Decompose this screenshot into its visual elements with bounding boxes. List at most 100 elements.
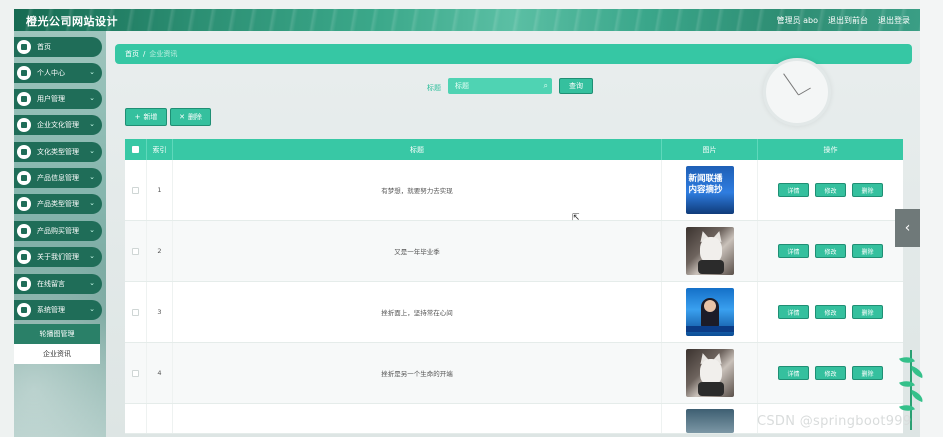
plus-icon: + — [134, 113, 141, 121]
batch-delete-button[interactable]: ✕ 删除 — [170, 108, 211, 126]
row-checkbox[interactable] — [132, 186, 139, 194]
clock-decoration — [763, 58, 831, 126]
delete-button-label: 删除 — [187, 113, 202, 121]
sidebar-item-culture-type[interactable]: 文化类型管理 ⌄ — [14, 142, 102, 162]
row-image-cell — [662, 404, 758, 433]
sidebar-item-culture[interactable]: 企业文化管理 ⌄ — [14, 115, 102, 135]
detail-button[interactable]: 详情 — [778, 305, 809, 319]
table-row: 2 又是一年毕业季 详情 修改 删除 — [125, 221, 903, 282]
chevron-down-icon: ⌄ — [89, 305, 95, 313]
chevron-down-icon: ⌄ — [89, 68, 95, 76]
row-checkbox-cell — [125, 160, 147, 220]
sidebar-item-label: 产品类型管理 — [37, 200, 79, 208]
breadcrumb-home[interactable]: 首页 — [125, 49, 139, 59]
goto-frontend-link[interactable]: 退出到前台 — [828, 15, 868, 26]
delete-button[interactable]: 删除 — [852, 244, 883, 258]
sidebar-item-system[interactable]: 系统管理 ⌄ — [14, 300, 102, 320]
admin-user-label: 管理员 abo — [776, 16, 818, 25]
search-input[interactable]: 标题 ⌕ — [448, 78, 552, 94]
row-actions: 详情 修改 删除 — [758, 282, 903, 342]
collapse-panel-button[interactable]: ‹ — [895, 209, 920, 247]
row-checkbox[interactable] — [132, 247, 139, 255]
sidebar-item-home[interactable]: 首页 — [14, 37, 102, 57]
sidebar-item-product-type[interactable]: 产品类型管理 ⌄ — [14, 194, 102, 214]
thumb-text-line2: 内容摘抄 — [688, 185, 723, 195]
sidebar-item-label: 企业文化管理 — [37, 121, 79, 129]
submenu-item-carousel[interactable]: 轮播图管理 — [14, 324, 100, 344]
page-right-edge — [920, 0, 943, 437]
row-index — [147, 404, 173, 433]
submenu-item-news[interactable]: 企业资讯 — [14, 344, 100, 364]
top-header: 橙光公司网站设计 管理员 abo 退出到前台 退出登录 — [14, 9, 920, 31]
sidebar-item-profile[interactable]: 个人中心 ⌄ — [14, 63, 102, 83]
delete-button[interactable]: 删除 — [852, 183, 883, 197]
sidebar-item-about[interactable]: 关于我们管理 ⌄ — [14, 247, 102, 267]
row-actions: 详情 修改 删除 — [758, 221, 903, 281]
search-placeholder: 标题 — [455, 82, 469, 90]
sidebar-item-product-info[interactable]: 产品信息管理 ⌄ — [14, 168, 102, 188]
chevron-down-icon: ⌄ — [89, 279, 95, 287]
sidebar-item-label: 产品信息管理 — [37, 174, 79, 182]
logout-link[interactable]: 退出登录 — [878, 15, 910, 26]
sidebar-item-label: 首页 — [37, 43, 51, 51]
culture-icon — [17, 118, 31, 132]
edit-button[interactable]: 修改 — [815, 183, 846, 197]
select-all-cell — [125, 139, 147, 160]
table-row: 4 挫折是另一个生命的开端 详情 修改 删除 — [125, 343, 903, 404]
sidebar-item-purchases[interactable]: 产品购买管理 ⌄ — [14, 221, 102, 241]
header-image: 图片 — [662, 139, 758, 160]
detail-button[interactable]: 详情 — [778, 244, 809, 258]
breadcrumb-separator: / — [143, 50, 146, 58]
row-index: 4 — [147, 343, 173, 403]
main-content: 首页 / 企业资讯 标题 标题 ⌕ 查询 + 新增 ✕ 删除 索引 标题 图片 … — [106, 31, 920, 437]
partial-thumbnail — [685, 409, 734, 433]
grid-icon — [17, 171, 31, 185]
sidebar-item-messages[interactable]: 在线留言 ⌄ — [14, 274, 102, 294]
news-thumbnail: 新闻联播 内容摘抄 — [685, 166, 734, 214]
detail-button[interactable]: 详情 — [778, 183, 809, 197]
edit-button[interactable]: 修改 — [815, 366, 846, 380]
row-title: 又是一年毕业季 — [173, 221, 662, 281]
header-title: 标题 — [173, 139, 662, 160]
home-icon — [17, 40, 31, 54]
users-icon — [17, 92, 31, 106]
row-actions: 详情 修改 删除 — [758, 160, 903, 220]
row-title — [173, 404, 662, 433]
delete-button[interactable]: 删除 — [852, 366, 883, 380]
select-all-checkbox[interactable] — [132, 146, 139, 153]
chevron-down-icon: ⌄ — [89, 226, 95, 234]
row-index: 3 — [147, 282, 173, 342]
edit-button[interactable]: 修改 — [815, 244, 846, 258]
delete-button[interactable]: 删除 — [852, 305, 883, 319]
row-checkbox[interactable] — [132, 308, 139, 316]
tv-thumbnail — [685, 288, 734, 336]
query-button[interactable]: 查询 — [559, 78, 593, 94]
row-image-cell — [662, 343, 758, 403]
sidebar-item-label: 个人中心 — [37, 69, 65, 77]
book-icon — [17, 145, 31, 159]
row-image-cell — [662, 282, 758, 342]
sidebar: 首页 个人中心 ⌄ 用户管理 ⌄ 企业文化管理 ⌄ 文化类型管理 ⌄ 产品信息管… — [14, 31, 106, 437]
row-checkbox[interactable] — [132, 369, 139, 377]
row-index: 2 — [147, 221, 173, 281]
table-row: 1 有梦想，就要努力去实现 新闻联播 内容摘抄 详情 修改 删除 — [125, 160, 903, 221]
sidebar-item-users[interactable]: 用户管理 ⌄ — [14, 89, 102, 109]
header-index: 索引 — [147, 139, 173, 160]
table-header: 索引 标题 图片 操作 — [125, 139, 903, 160]
chevron-left-icon: ‹ — [904, 220, 911, 236]
add-button-label: 新增 — [143, 113, 158, 121]
detail-button[interactable]: 详情 — [778, 366, 809, 380]
chevron-down-icon: ⌄ — [89, 199, 95, 207]
news-table: 索引 标题 图片 操作 1 有梦想，就要努力去实现 新闻联播 内容摘抄 详情 修… — [125, 139, 903, 434]
search-icon: ⌕ — [543, 81, 548, 90]
chevron-down-icon: ⌄ — [89, 147, 95, 155]
edit-button[interactable]: 修改 — [815, 305, 846, 319]
row-checkbox-cell — [125, 282, 147, 342]
sidebar-item-label: 关于我们管理 — [37, 253, 79, 261]
row-checkbox-cell — [125, 221, 147, 281]
row-checkbox-cell — [125, 343, 147, 403]
chevron-down-icon: ⌄ — [89, 252, 95, 260]
cat-thumbnail — [685, 227, 734, 275]
settings-icon — [17, 303, 31, 317]
add-button[interactable]: + 新增 — [125, 108, 167, 126]
